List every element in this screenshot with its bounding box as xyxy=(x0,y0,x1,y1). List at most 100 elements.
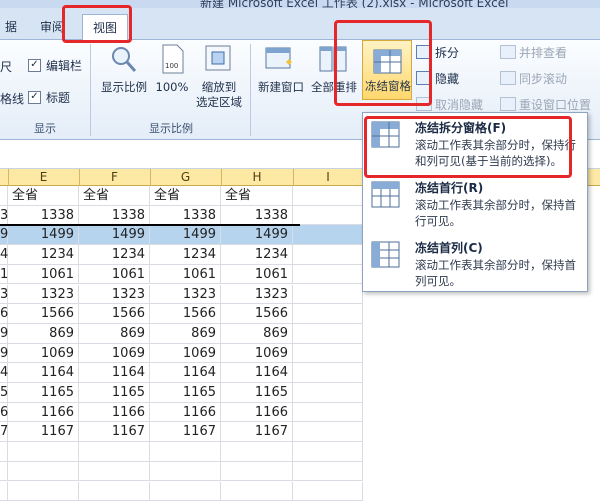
cell-empty[interactable] xyxy=(0,462,8,482)
cell-empty[interactable] xyxy=(293,383,363,403)
table-row-empty[interactable] xyxy=(0,462,600,482)
table-cell[interactable]: 1234 xyxy=(8,245,79,265)
cell-empty[interactable] xyxy=(79,462,150,482)
table-cell[interactable]: 1061 xyxy=(150,265,221,285)
formula-bar-checkbox[interactable]: ✓ xyxy=(28,59,41,72)
menu-item-freeze-top-row[interactable]: 冻结首行(R) 滚动工作表其余部分时，保持首行可见。 xyxy=(365,175,585,231)
table-cell[interactable]: 1166 xyxy=(150,403,221,423)
table-cell[interactable]: 1061 xyxy=(8,265,79,285)
cell-empty[interactable] xyxy=(293,403,363,423)
cell-empty[interactable] xyxy=(293,324,363,344)
table-cell[interactable]: 1167 xyxy=(150,422,221,442)
column-header-i[interactable]: I xyxy=(293,169,364,186)
cell-empty[interactable] xyxy=(293,482,363,501)
column-header-f[interactable]: F xyxy=(79,169,151,186)
cell-empty[interactable] xyxy=(293,363,363,383)
table-cell[interactable]: 1166 xyxy=(8,403,79,423)
menu-item-freeze-first-column[interactable]: 冻结首列(C) 滚动工作表其余部分时，保持首列可见。 xyxy=(365,235,585,291)
headings-checkbox[interactable]: ✓ xyxy=(28,91,41,104)
table-row-empty[interactable] xyxy=(0,442,600,462)
table-cell[interactable]: 1167 xyxy=(8,422,79,442)
cell-partial[interactable]: 4 xyxy=(0,245,8,265)
zoom-button[interactable]: 显示比例 xyxy=(96,80,152,95)
table-cell[interactable]: 1167 xyxy=(79,422,150,442)
table-cell[interactable]: 1061 xyxy=(79,265,150,285)
table-cell[interactable]: 1338 xyxy=(8,206,79,226)
header-cell[interactable]: 全省 xyxy=(150,186,221,206)
table-cell[interactable]: 1338 xyxy=(221,206,293,226)
cell-empty[interactable] xyxy=(150,442,221,462)
table-cell[interactable]: 1338 xyxy=(150,206,221,226)
cell-empty[interactable] xyxy=(79,482,150,501)
header-cell[interactable]: 全省 xyxy=(221,186,293,206)
table-cell[interactable]: 869 xyxy=(8,324,79,344)
table-cell[interactable]: 1069 xyxy=(79,344,150,364)
tab-data[interactable]: 据 xyxy=(0,16,22,38)
cell-empty[interactable] xyxy=(293,186,363,206)
cell-empty[interactable] xyxy=(293,265,363,285)
table-cell[interactable]: 1499 xyxy=(79,225,150,245)
table-cell[interactable]: 1323 xyxy=(8,285,79,305)
header-cell[interactable]: 全省 xyxy=(79,186,150,206)
cell-empty[interactable] xyxy=(293,442,363,462)
table-cell[interactable]: 1323 xyxy=(221,285,293,305)
cell-empty[interactable] xyxy=(150,482,221,501)
cell-empty[interactable] xyxy=(293,344,363,364)
cell-partial[interactable]: 6 xyxy=(0,403,8,423)
table-cell[interactable]: 869 xyxy=(150,324,221,344)
cell-partial[interactable]: 4 xyxy=(0,363,8,383)
cell-partial[interactable]: 9 xyxy=(0,225,8,245)
table-cell[interactable]: 1166 xyxy=(221,403,293,423)
cell-empty[interactable] xyxy=(293,245,363,265)
table-cell[interactable]: 1069 xyxy=(8,344,79,364)
cell-partial[interactable]: 3 xyxy=(0,285,8,305)
table-row[interactable]: 61566156615661566 xyxy=(0,304,600,324)
cell-partial[interactable]: 6 xyxy=(0,304,8,324)
cell-empty[interactable] xyxy=(8,462,79,482)
table-row-empty[interactable] xyxy=(0,482,600,501)
table-cell[interactable]: 1338 xyxy=(79,206,150,226)
table-cell[interactable]: 1165 xyxy=(150,383,221,403)
cell-empty[interactable] xyxy=(293,304,363,324)
cell-empty[interactable] xyxy=(221,442,293,462)
table-cell[interactable]: 1566 xyxy=(79,304,150,324)
table-cell[interactable]: 1499 xyxy=(8,225,79,245)
table-row[interactable]: 61166116611661166 xyxy=(0,403,600,423)
column-header-g[interactable]: G xyxy=(150,169,222,186)
table-row[interactable]: 71167116711671167 xyxy=(0,422,600,442)
table-cell[interactable]: 1166 xyxy=(79,403,150,423)
table-cell[interactable]: 1234 xyxy=(150,245,221,265)
table-cell[interactable]: 1164 xyxy=(8,363,79,383)
table-cell[interactable]: 1234 xyxy=(79,245,150,265)
cell-empty[interactable] xyxy=(0,442,8,462)
table-cell[interactable]: 1499 xyxy=(221,225,293,245)
table-cell[interactable]: 1164 xyxy=(79,363,150,383)
cell-empty[interactable] xyxy=(8,442,79,462)
table-cell[interactable]: 1164 xyxy=(221,363,293,383)
table-row[interactable]: 91069106910691069 xyxy=(0,344,600,364)
table-cell[interactable]: 1167 xyxy=(221,422,293,442)
cell-partial[interactable]: 3 xyxy=(0,206,8,226)
cell-partial[interactable]: 5 xyxy=(0,383,8,403)
table-cell[interactable]: 1165 xyxy=(221,383,293,403)
table-cell[interactable]: 1165 xyxy=(79,383,150,403)
cell-empty[interactable] xyxy=(8,482,79,501)
cell-partial[interactable]: 9 xyxy=(0,344,8,364)
cell-empty[interactable] xyxy=(293,422,363,442)
table-cell[interactable]: 1499 xyxy=(150,225,221,245)
cell-empty[interactable] xyxy=(150,462,221,482)
cell-partial[interactable] xyxy=(0,186,8,206)
table-cell[interactable]: 1164 xyxy=(150,363,221,383)
cell-empty[interactable] xyxy=(293,462,363,482)
reset-window-position-button[interactable]: 重设窗口位置 xyxy=(500,96,591,113)
table-cell[interactable]: 1566 xyxy=(150,304,221,324)
cell-empty[interactable] xyxy=(293,285,363,305)
table-cell[interactable]: 1069 xyxy=(221,344,293,364)
cell-empty[interactable] xyxy=(0,482,8,501)
column-header-e[interactable]: E xyxy=(8,169,80,186)
view-side-by-side-button[interactable]: 并排查看 xyxy=(500,44,567,61)
table-row[interactable]: 9869869869869 xyxy=(0,324,600,344)
table-cell[interactable]: 1061 xyxy=(221,265,293,285)
table-cell[interactable]: 869 xyxy=(221,324,293,344)
table-cell[interactable]: 1165 xyxy=(8,383,79,403)
